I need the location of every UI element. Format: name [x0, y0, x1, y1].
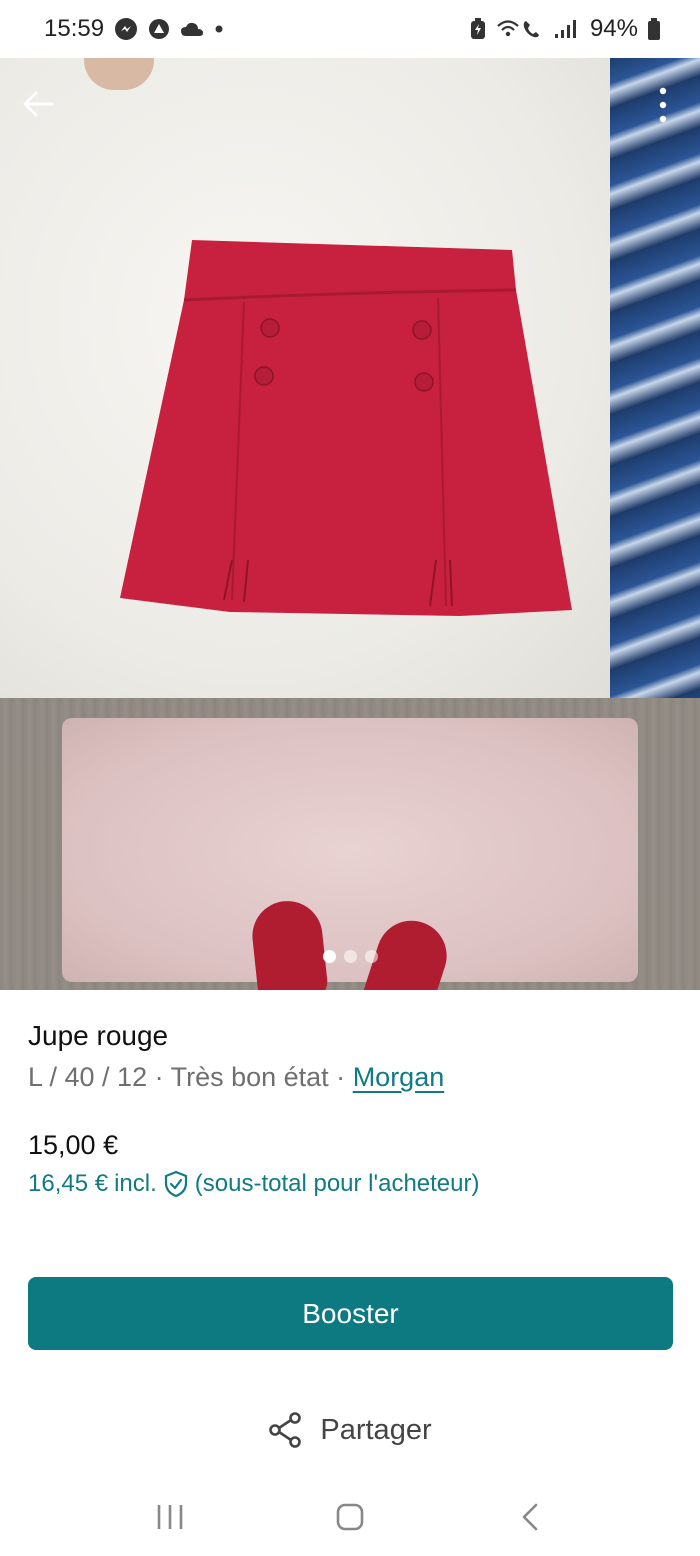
more-options-button[interactable]	[646, 84, 680, 126]
vpn-icon	[148, 18, 170, 40]
system-nav-bar	[0, 1478, 700, 1556]
item-details-text: L / 40 / 12 · Très bon état ·	[28, 1062, 353, 1092]
home-button[interactable]	[320, 1487, 380, 1547]
signal-icon	[554, 19, 580, 39]
battery-text: 94%	[589, 15, 638, 42]
photo-blanket	[610, 58, 700, 708]
item-price: 15,00 €	[28, 1130, 119, 1160]
share-button[interactable]: Partager	[0, 1405, 700, 1455]
photo-rug	[62, 718, 638, 982]
shield-check-icon	[164, 1170, 187, 1198]
item-photo[interactable]	[0, 58, 700, 990]
carousel-dot[interactable]	[364, 950, 378, 963]
cloud-icon	[180, 20, 204, 38]
item-title: Jupe rouge	[28, 1020, 169, 1051]
booster-button[interactable]: Booster	[28, 1277, 673, 1350]
status-left: 15:59	[44, 15, 224, 43]
wifi-call-icon	[496, 18, 544, 40]
back-button[interactable]	[18, 84, 58, 124]
messenger-icon	[114, 17, 138, 41]
brand-link[interactable]: Morgan	[353, 1062, 445, 1092]
price-incl-amount: 16,45 €	[28, 1170, 109, 1197]
more-vertical-icon	[659, 87, 667, 123]
carousel-dot[interactable]	[343, 950, 357, 963]
battery-icon	[648, 18, 660, 40]
dot-icon	[214, 24, 224, 34]
price-incl-word: incl.	[114, 1170, 157, 1197]
status-right: 94%	[470, 15, 660, 43]
price-incl-note: (sous-total pour l'acheteur)	[194, 1170, 480, 1197]
battery-saver-icon	[470, 18, 486, 40]
arrow-left-icon	[23, 91, 54, 117]
carousel-dot[interactable]	[322, 950, 336, 963]
recent-apps-icon	[157, 1505, 183, 1529]
item-details: L / 40 / 12 · Très bon état · Morgan	[28, 1062, 444, 1093]
price-incl-protection[interactable]: 16,45 € incl. (sous-total pour l'acheteu…	[28, 1170, 479, 1198]
carousel-indicator	[0, 950, 700, 963]
share-label: Partager	[320, 1413, 432, 1446]
chevron-left-icon	[522, 1503, 538, 1531]
recent-apps-button[interactable]	[140, 1487, 200, 1547]
share-icon	[269, 1412, 302, 1448]
system-back-button[interactable]	[500, 1487, 560, 1547]
status-bar: 15:59 94%	[0, 0, 700, 58]
home-icon	[336, 1503, 364, 1531]
skirt-image	[120, 240, 572, 616]
status-time: 15:59	[44, 15, 105, 42]
